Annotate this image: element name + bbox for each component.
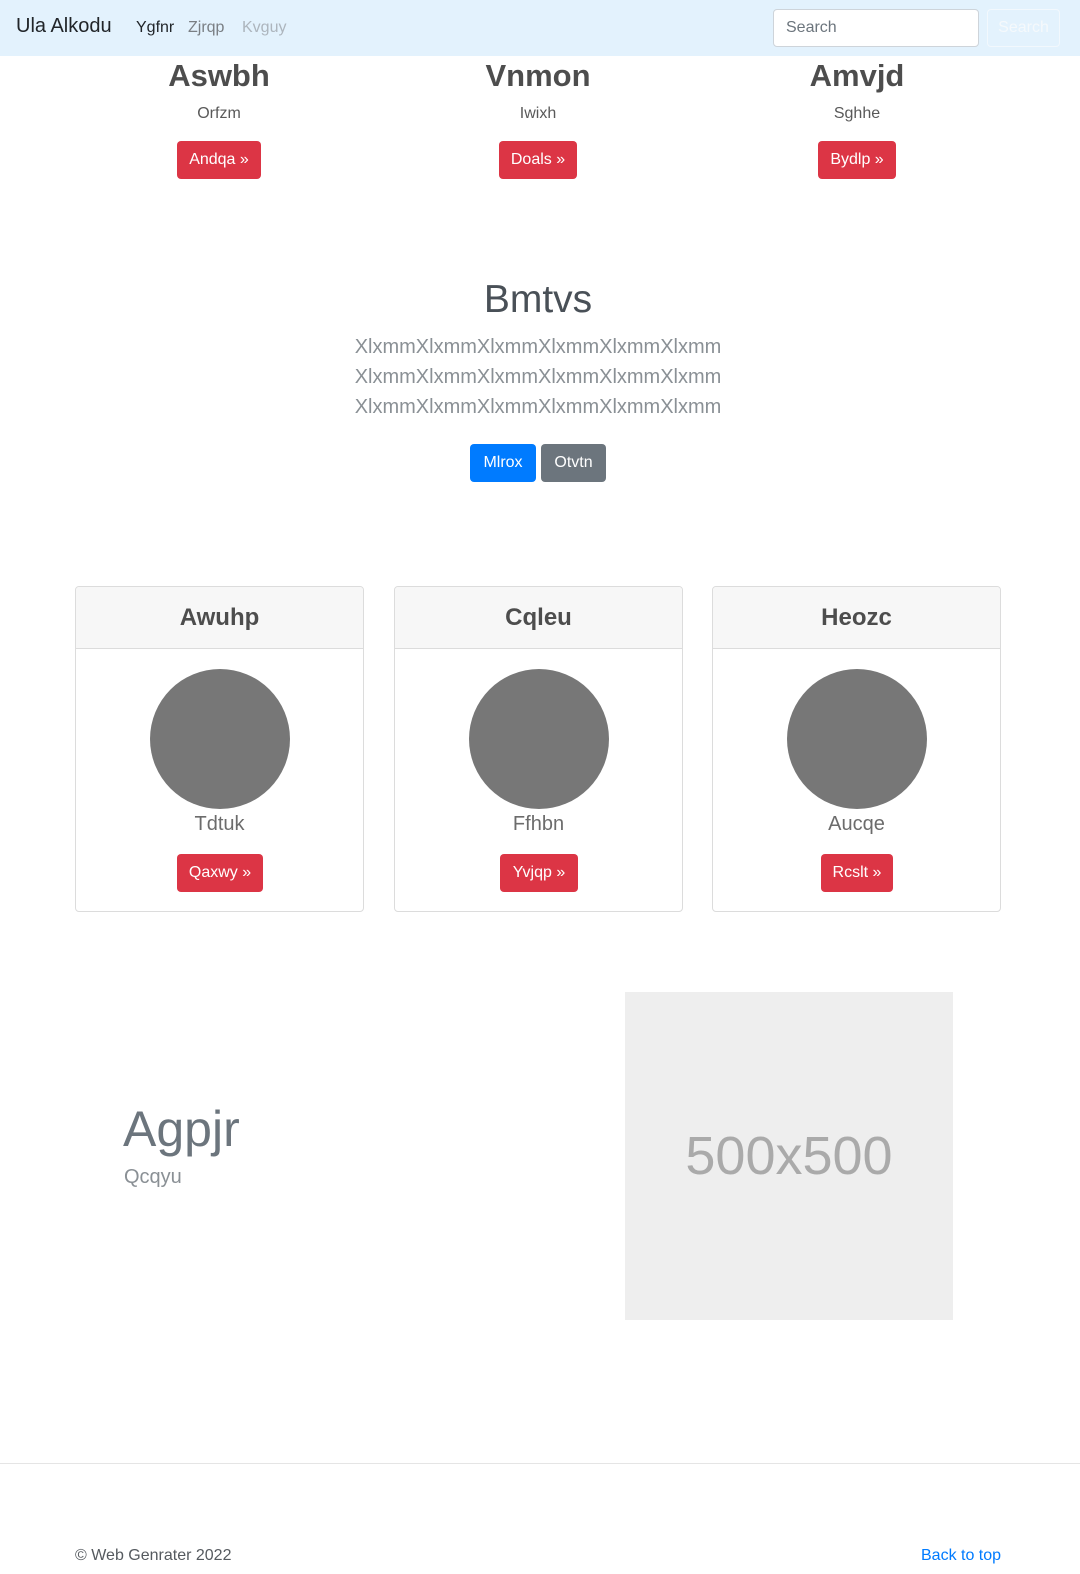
- card-header: Awuhp: [76, 587, 363, 649]
- placeholder-image-label: 500x500: [685, 1126, 893, 1186]
- column-button-doals[interactable]: Doals »: [499, 141, 577, 179]
- card-name: Ffhbn: [512, 813, 565, 835]
- back-to-top-link[interactable]: Back to top: [921, 1547, 1001, 1565]
- footer-copyright: © Web Genrater 2022: [75, 1547, 232, 1564]
- card-button-rcslt[interactable]: Rcslt »: [821, 854, 893, 892]
- jumbotron-lead-line: XlxmmXlxmmXlxmmXlxmmXlxmmXlxmm: [354, 396, 722, 418]
- column-heading: Amvjd: [809, 58, 905, 93]
- avatar: [150, 669, 290, 809]
- column-heading: Aswbh: [168, 58, 270, 93]
- card-header: Cqleu: [395, 587, 682, 649]
- placeholder-image: 500x500: [625, 992, 953, 1320]
- card-button-qaxwy[interactable]: Qaxwy »: [177, 854, 263, 892]
- divider: [0, 1463, 1080, 1464]
- card-name: Tdtuk: [194, 813, 245, 835]
- jumbotron-lead-line: XlxmmXlxmmXlxmmXlxmmXlxmmXlxmm: [354, 366, 722, 388]
- nav-link-ygfnr[interactable]: Ygfnr: [136, 19, 174, 37]
- navbar-brand[interactable]: Ula Alkodu: [16, 15, 112, 38]
- card-button-yvjqp[interactable]: Yvjqp »: [500, 854, 578, 892]
- card: Cqleu Ffhbn Yvjqp »: [394, 586, 683, 912]
- avatar: [787, 669, 927, 809]
- avatar: [469, 669, 609, 809]
- column-subtitle: Iwixh: [519, 105, 557, 122]
- column-heading: Vnmon: [485, 58, 591, 93]
- card: Heozc Aucqe Rcslt »: [712, 586, 1001, 912]
- navbar: Ula Alkodu Ygfnr Zjrqp Kvguy Search: [0, 0, 1080, 56]
- card: Awuhp Tdtuk Qaxwy »: [75, 586, 364, 912]
- search-button[interactable]: Search: [987, 9, 1060, 47]
- column-button-andqa[interactable]: Andqa »: [177, 141, 261, 179]
- card-name: Aucqe: [828, 813, 885, 835]
- column-button-bydlp[interactable]: Bydlp »: [818, 141, 896, 179]
- column-subtitle: Orfzm: [197, 105, 241, 122]
- jumbotron-title: Bmtvs: [483, 278, 593, 321]
- card-header: Heozc: [713, 587, 1000, 649]
- primary-button[interactable]: Mlrox: [470, 444, 536, 482]
- featurette-title: Agpjr: [123, 1101, 240, 1157]
- nav-link-zjrqp[interactable]: Zjrqp: [188, 19, 224, 37]
- featurette-subtitle: Qcqyu: [124, 1166, 182, 1188]
- search-input[interactable]: [773, 9, 979, 47]
- secondary-button[interactable]: Otvtn: [541, 444, 606, 482]
- nav-link-kvguy: Kvguy: [242, 19, 287, 36]
- jumbotron-lead-line: XlxmmXlxmmXlxmmXlxmmXlxmmXlxmm: [354, 336, 722, 358]
- column-subtitle: Sghhe: [833, 105, 881, 122]
